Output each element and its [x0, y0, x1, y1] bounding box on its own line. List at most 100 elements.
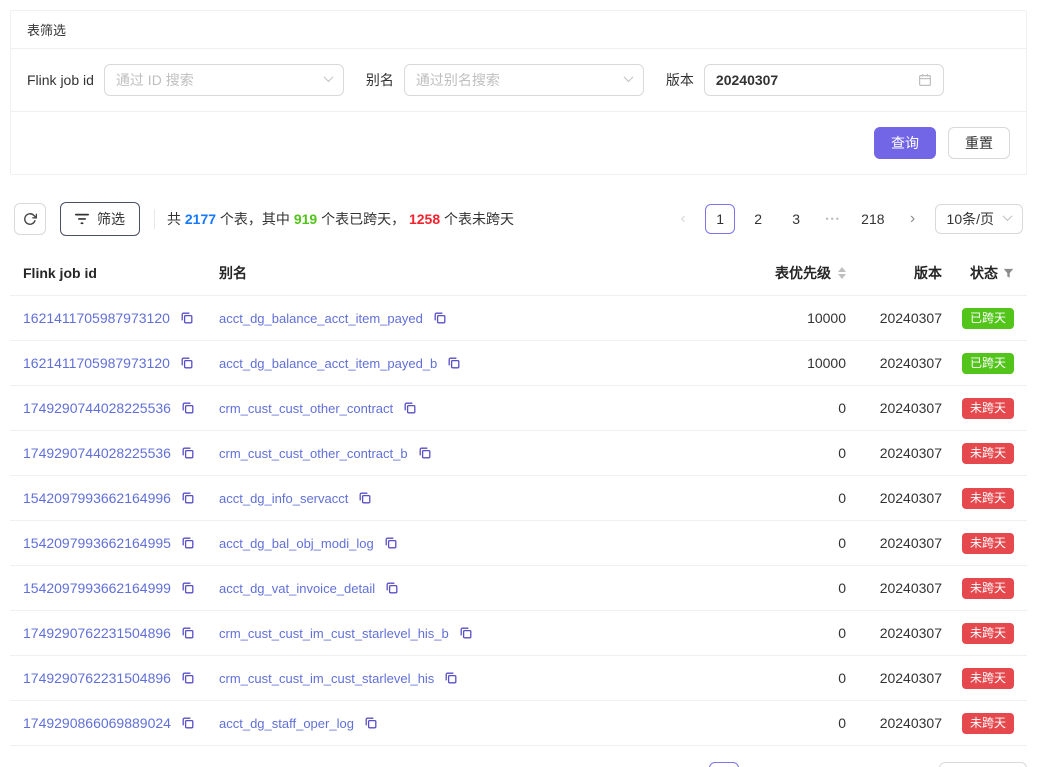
page-button-last[interactable]: 218 — [859, 762, 894, 767]
copy-icon[interactable] — [182, 402, 194, 414]
copy-icon[interactable] — [181, 312, 193, 324]
copy-icon[interactable] — [419, 447, 431, 459]
data-table: Flink job id 别名 表优先级 版本 状态 1621411705987… — [10, 251, 1027, 746]
job-id-cell: 1749290744028225536 — [23, 400, 203, 416]
vertical-divider — [154, 209, 155, 229]
chevron-down-icon — [625, 77, 632, 84]
job-id-link[interactable]: 1621411705987973120 — [23, 355, 170, 371]
alias-link[interactable]: acct_dg_info_servacct — [219, 491, 348, 506]
alias-link[interactable]: crm_cust_cust_other_contract_b — [219, 446, 408, 461]
copy-icon[interactable] — [460, 627, 472, 639]
copy-icon[interactable] — [365, 717, 377, 729]
version-cell: 20240307 — [862, 535, 942, 551]
refresh-button[interactable] — [14, 203, 46, 235]
alias-link[interactable]: acct_dg_staff_oper_log — [219, 716, 354, 731]
version-cell: 20240307 — [862, 625, 942, 641]
job-id-link[interactable]: 1542097993662164995 — [23, 535, 171, 551]
alias-label: 别名 — [366, 70, 394, 90]
copy-icon[interactable] — [182, 672, 194, 684]
status-cell: 已跨天 — [958, 353, 1014, 374]
job-id-link[interactable]: 1621411705987973120 — [23, 310, 170, 326]
column-header-status[interactable]: 状态 — [958, 263, 1014, 283]
alias-input[interactable] — [416, 72, 613, 88]
page-button-1[interactable]: 1 — [705, 204, 735, 234]
job-id-link[interactable]: 1749290866069889024 — [23, 715, 171, 731]
copy-icon[interactable] — [182, 627, 194, 639]
version-cell: 20240307 — [862, 580, 942, 596]
alias-link[interactable]: acct_dg_bal_obj_modi_log — [219, 536, 374, 551]
prev-page-button[interactable]: ‹ — [669, 204, 697, 234]
alias-link[interactable]: acct_dg_vat_invoice_detail — [219, 581, 375, 596]
status-cell: 未跨天 — [958, 398, 1014, 419]
page-size-select[interactable]: 10条/页 — [935, 204, 1023, 234]
filter-lines-icon — [75, 213, 89, 225]
job-id-link[interactable]: 1749290762231504896 — [23, 670, 171, 686]
page-button-3[interactable]: 3 — [781, 204, 811, 234]
copy-icon[interactable] — [182, 717, 194, 729]
prev-page-button[interactable]: ‹ — [673, 762, 701, 767]
job-id-select[interactable] — [104, 64, 344, 96]
copy-icon[interactable] — [182, 447, 194, 459]
alias-cell: acct_dg_balance_acct_item_payed — [219, 310, 654, 326]
copy-icon[interactable] — [182, 537, 194, 549]
copy-icon[interactable] — [404, 402, 416, 414]
table-row: 1621411705987973120 acct_dg_balance_acct… — [10, 296, 1027, 341]
alias-select[interactable] — [404, 64, 644, 96]
page-button-last[interactable]: 218 — [855, 204, 890, 234]
alias-link[interactable]: crm_cust_cust_im_cust_starlevel_his — [219, 671, 434, 686]
sort-icon[interactable] — [838, 267, 846, 279]
job-id-link[interactable]: 1749290744028225536 — [23, 400, 171, 416]
page-size-select[interactable]: 10条/页 — [939, 762, 1027, 767]
page-button-2[interactable]: 2 — [743, 204, 773, 234]
copy-icon[interactable] — [385, 537, 397, 549]
copy-icon[interactable] — [182, 582, 194, 594]
table-body: 1621411705987973120 acct_dg_balance_acct… — [10, 296, 1027, 746]
query-button[interactable]: 查询 — [874, 127, 936, 159]
job-id-cell: 1621411705987973120 — [23, 310, 203, 326]
filter-panel-title: 表筛选 — [11, 11, 1026, 49]
calendar-icon — [918, 73, 932, 87]
page-button-3[interactable]: 3 — [785, 762, 815, 767]
copy-icon[interactable] — [448, 357, 460, 369]
reset-button[interactable]: 重置 — [948, 127, 1010, 159]
priority-cell: 0 — [670, 580, 846, 596]
page-button-2[interactable]: 2 — [747, 762, 777, 767]
status-badge: 未跨天 — [962, 713, 1014, 734]
copy-icon[interactable] — [182, 492, 194, 504]
table-row: 1749290866069889024 acct_dg_staff_oper_l… — [10, 701, 1027, 746]
status-cell: 未跨天 — [958, 713, 1014, 734]
job-id-label: Flink job id — [27, 72, 94, 88]
copy-icon[interactable] — [445, 672, 457, 684]
status-badge: 未跨天 — [962, 668, 1014, 689]
alias-cell: acct_dg_staff_oper_log — [219, 715, 654, 731]
status-badge: 未跨天 — [962, 488, 1014, 509]
pagination-top: ‹ 1 2 3 ••• 218 › 10条/页 — [669, 204, 1023, 234]
job-id-link[interactable]: 1542097993662164996 — [23, 490, 171, 506]
filter-button[interactable]: 筛选 — [60, 202, 140, 236]
page-jump-ellipsis[interactable]: ••• — [819, 204, 847, 234]
job-id-input[interactable] — [116, 72, 313, 88]
next-page-button[interactable]: › — [899, 204, 927, 234]
page-button-1[interactable]: 1 — [709, 762, 739, 767]
alias-link[interactable]: crm_cust_cust_im_cust_starlevel_his_b — [219, 626, 449, 641]
copy-icon[interactable] — [359, 492, 371, 504]
page-jump-ellipsis[interactable]: ••• — [823, 762, 851, 767]
priority-cell: 0 — [670, 490, 846, 506]
copy-icon[interactable] — [386, 582, 398, 594]
table-row: 1542097993662164995 acct_dg_bal_obj_modi… — [10, 521, 1027, 566]
alias-link[interactable]: acct_dg_balance_acct_item_payed_b — [219, 356, 437, 371]
job-id-link[interactable]: 1749290744028225536 — [23, 445, 171, 461]
alias-cell: crm_cust_cust_im_cust_starlevel_his — [219, 670, 654, 686]
alias-link[interactable]: crm_cust_cust_other_contract — [219, 401, 393, 416]
column-header-priority[interactable]: 表优先级 — [670, 263, 846, 283]
copy-icon[interactable] — [434, 312, 446, 324]
next-page-button[interactable]: › — [903, 762, 931, 767]
summary-part: 个表，其中 — [216, 211, 294, 227]
alias-link[interactable]: acct_dg_balance_acct_item_payed — [219, 311, 423, 326]
copy-icon[interactable] — [181, 357, 193, 369]
version-input[interactable] — [716, 72, 913, 88]
column-filter-icon[interactable] — [1003, 268, 1014, 279]
job-id-link[interactable]: 1749290762231504896 — [23, 625, 171, 641]
job-id-link[interactable]: 1542097993662164999 — [23, 580, 171, 596]
version-date-picker[interactable] — [704, 64, 944, 96]
